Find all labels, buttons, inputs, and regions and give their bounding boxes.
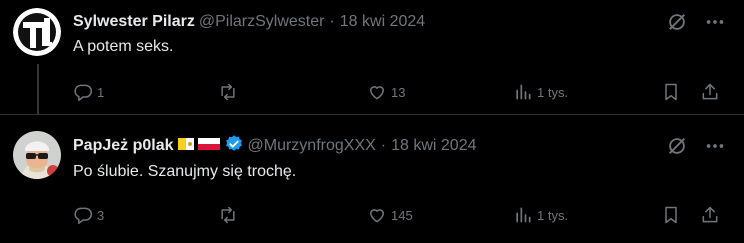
action-bar: 3 145 1 tys. (73, 204, 733, 226)
repost-icon (221, 206, 235, 224)
bookmark-icon (665, 206, 677, 224)
more-icon[interactable] (704, 135, 726, 157)
vatican-flag-icon (177, 137, 194, 156)
like-icon (370, 209, 384, 223)
post-header: Sylwester Pilarz @PilarzSylwester · 18 k… (73, 11, 425, 33)
repost-icon (221, 83, 235, 101)
user-handle[interactable]: @MurzynfrogXXX (248, 137, 376, 155)
user-handle[interactable]: @PilarzSylwester (199, 13, 325, 31)
share-icon (702, 206, 718, 223)
views-icon (516, 84, 531, 100)
grok-icon[interactable] (666, 11, 688, 33)
more-icon[interactable] (704, 11, 726, 33)
separator: · (380, 137, 387, 154)
grok-icon[interactable] (666, 135, 688, 157)
reply-count: 1 (97, 84, 105, 100)
poland-flag-icon (197, 137, 220, 156)
views-button[interactable]: 1 tys. (513, 81, 568, 103)
like-icon (370, 86, 384, 100)
reply-button[interactable]: 1 (73, 81, 104, 103)
share-button[interactable] (700, 204, 720, 226)
reply-icon (74, 84, 93, 102)
post[interactable]: PapJeż p0lak @MurzynfrogXXX · 18 kwi 202… (0, 114, 744, 243)
repost-button[interactable] (218, 81, 242, 103)
post-date[interactable]: 18 kwi 2024 (340, 13, 425, 31)
post-text: A potem seks. (73, 38, 174, 55)
like-button[interactable]: 13 (367, 81, 405, 103)
like-button[interactable]: 145 (367, 204, 413, 226)
avatar[interactable] (13, 8, 61, 56)
post[interactable]: Sylwester Pilarz @PilarzSylwester · 18 k… (0, 0, 744, 114)
bookmark-button[interactable] (661, 81, 681, 103)
view-count: 1 tys. (537, 84, 569, 100)
share-button[interactable] (700, 81, 720, 103)
action-bar: 1 13 1 tys. (73, 81, 733, 103)
post-header: PapJeż p0lak @MurzynfrogXXX · 18 kwi 202… (73, 134, 477, 159)
share-icon (702, 83, 718, 100)
display-name[interactable]: Sylwester Pilarz (73, 13, 195, 31)
like-count: 13 (391, 84, 406, 100)
photo-avatar-icon (13, 131, 61, 179)
thread-connector (37, 64, 39, 114)
bookmark-icon (665, 83, 677, 101)
display-name[interactable]: PapJeż p0lak (73, 137, 174, 155)
reply-icon (74, 207, 93, 225)
post-text: Po ślubie. Szanujmy się trochę. (73, 163, 297, 180)
repost-button[interactable] (218, 204, 242, 226)
separator: · (329, 13, 335, 30)
reply-button[interactable]: 3 (73, 204, 104, 226)
bookmark-button[interactable] (661, 204, 681, 226)
view-count: 1 tys. (537, 207, 569, 223)
logo-avatar-icon (13, 8, 61, 56)
views-icon (516, 207, 531, 223)
post-date[interactable]: 18 kwi 2024 (391, 137, 476, 155)
verified-badge-icon[interactable] (224, 134, 244, 159)
views-button[interactable]: 1 tys. (513, 204, 568, 226)
like-count: 145 (391, 207, 413, 223)
avatar[interactable] (13, 131, 61, 179)
reply-count: 3 (97, 207, 105, 223)
